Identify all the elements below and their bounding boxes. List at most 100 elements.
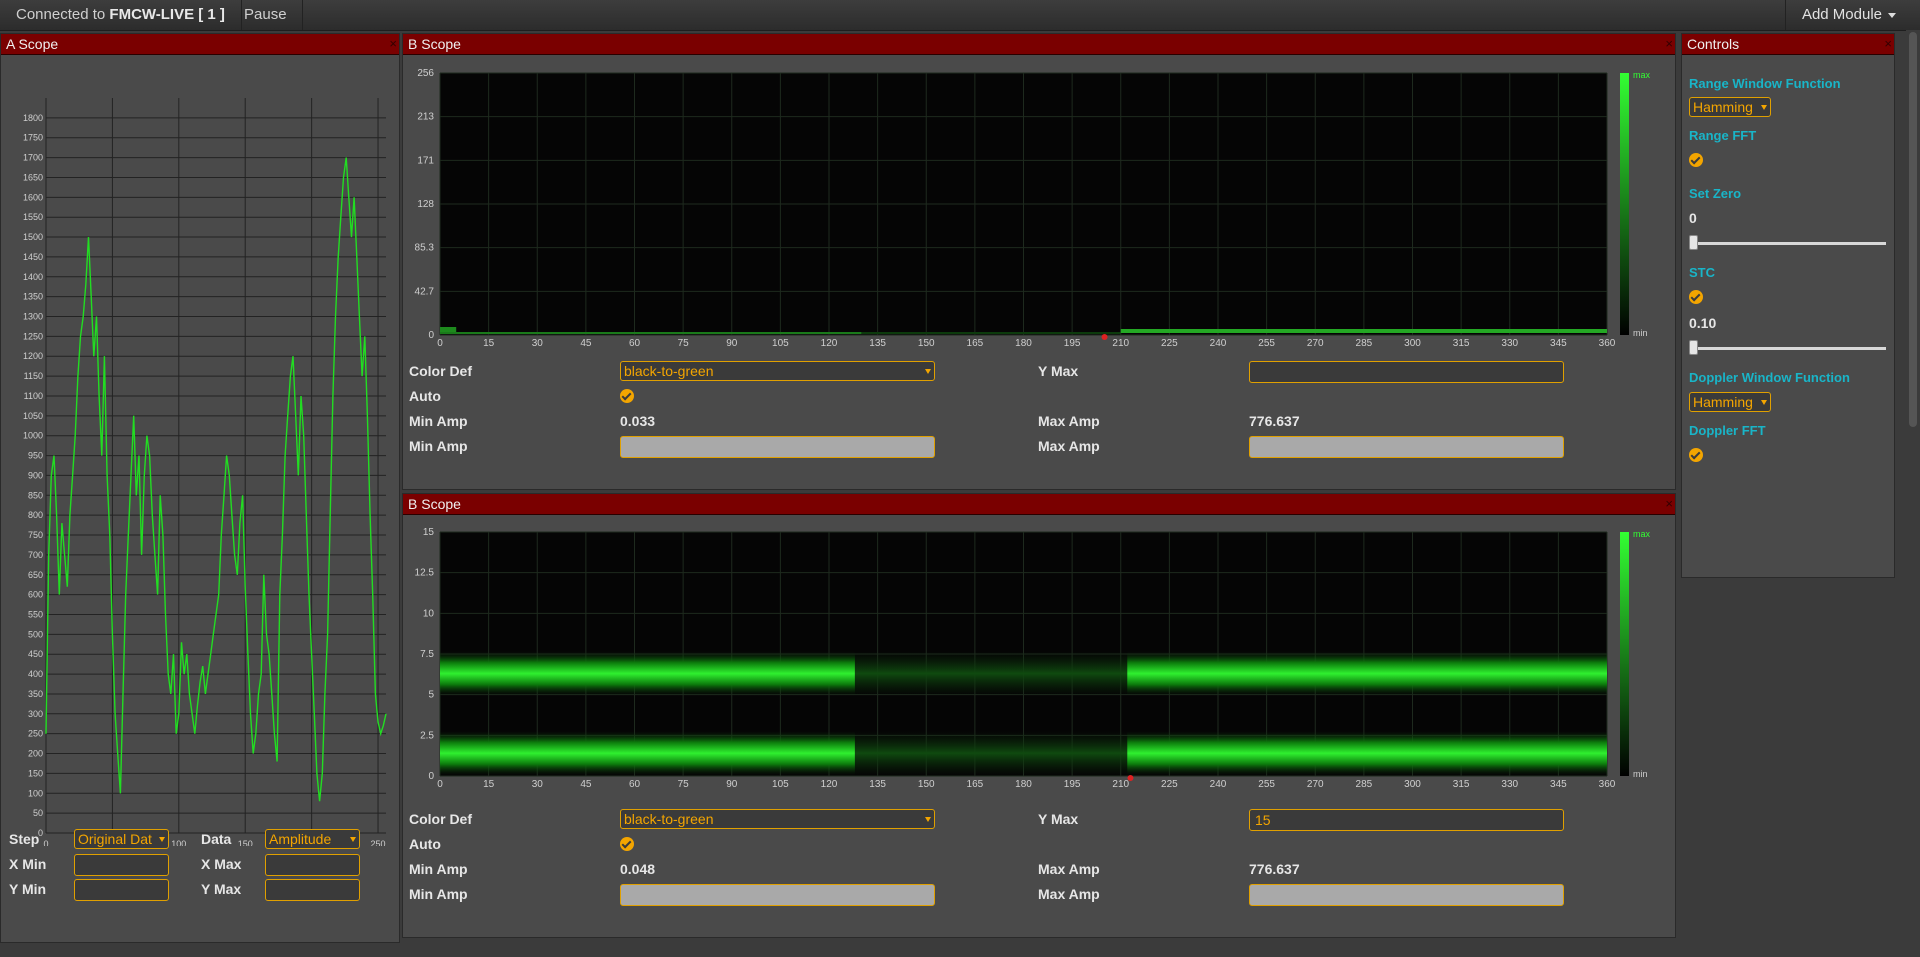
close-icon[interactable]: × [1665, 494, 1673, 514]
scrollbar-thumb[interactable] [1909, 32, 1917, 427]
auto-checkbox[interactable] [620, 837, 634, 851]
doppler-fft-checkbox[interactable] [1689, 448, 1703, 462]
min-amp-input[interactable] [620, 884, 935, 906]
a-scope-panel: A Scope × 0 50 100 150 200 250 300 350 400 450 500… [0, 33, 400, 943]
panel-title: A Scope [6, 36, 59, 52]
b-scope-top-panel: B Scope × 0 42.7 85.3 128 171 213 256 0 15 30 45 60… [402, 33, 1676, 490]
y-tick-label: 750 [28, 530, 43, 540]
step-label: Step [9, 831, 40, 847]
x-min-input[interactable] [74, 854, 169, 876]
y-tick-label: 1100 [24, 391, 43, 401]
set-zero-slider-handle[interactable] [1689, 235, 1698, 250]
connection-status: Connected to FMCW-LIVE [ 1 ] [0, 0, 242, 30]
pause-button[interactable]: Pause [229, 0, 303, 30]
set-zero-slider-track[interactable] [1689, 242, 1886, 245]
color-def-select[interactable]: black-to-green [620, 809, 935, 829]
y-tick-label: 900 [28, 470, 43, 480]
close-icon[interactable]: × [1884, 34, 1892, 54]
x-tick-label: 225 [1161, 779, 1178, 790]
range-window-select[interactable]: Hamming [1689, 97, 1771, 117]
x-tick-label: 330 [1501, 338, 1518, 349]
y-tick-label: 850 [28, 490, 43, 500]
y-tick-label: 1000 [23, 431, 43, 441]
max-amp-input[interactable] [1249, 436, 1564, 458]
x-max-input[interactable] [265, 854, 360, 876]
x-tick-label: 150 [238, 839, 253, 846]
y-tick-label: 1550 [23, 212, 43, 222]
y-tick-label: 650 [28, 570, 43, 580]
a-scope-header[interactable]: A Scope × [1, 34, 399, 55]
x-tick-label: 240 [1210, 338, 1227, 349]
doppler-fft-label: Doppler FFT [1689, 423, 1766, 438]
y-tick-label: 700 [28, 550, 43, 560]
b-scope-top-header[interactable]: B Scope × [403, 34, 1675, 55]
color-def-label: Color Def [409, 363, 472, 379]
x-tick-label: 0 [437, 779, 443, 790]
auto-label: Auto [409, 836, 441, 852]
panel-title: Controls [1687, 36, 1740, 52]
y-tick-label: 1650 [23, 172, 43, 182]
y-min-input[interactable] [74, 879, 169, 901]
y-tick-label: 15 [423, 527, 435, 538]
y-tick-label: 300 [28, 709, 43, 719]
step-select[interactable]: Original Dat [74, 829, 169, 849]
colorbar [1620, 73, 1629, 335]
y-tick-label: 400 [28, 669, 43, 679]
dropdown-arrow-icon [1761, 400, 1767, 405]
colorbar-max-label: max [1633, 529, 1651, 539]
dropdown-arrow-icon [159, 837, 165, 842]
y-tick-label: 1300 [23, 312, 43, 322]
doppler-band [1127, 651, 1607, 696]
x-tick-label: 180 [1015, 338, 1032, 349]
x-tick-label: 15 [483, 779, 495, 790]
auto-checkbox[interactable] [620, 389, 634, 403]
range-fft-checkbox[interactable] [1689, 153, 1703, 167]
x-tick-label: 270 [1307, 779, 1324, 790]
stc-slider-handle[interactable] [1689, 340, 1698, 355]
x-tick-label: 135 [869, 338, 886, 349]
y-tick-label: 1200 [23, 351, 43, 361]
y-max-input[interactable] [265, 879, 360, 901]
y-max-input[interactable]: 15 [1249, 809, 1564, 831]
max-amp-input[interactable] [1249, 884, 1564, 906]
y-tick-label: 10 [423, 608, 435, 619]
y-tick-label: 0 [428, 330, 434, 341]
stc-slider-track[interactable] [1689, 347, 1886, 350]
close-icon[interactable]: × [1665, 34, 1673, 54]
heat-near-zero [1120, 329, 1607, 333]
doppler-window-select[interactable]: Hamming [1689, 392, 1771, 412]
y-max-input[interactable] [1249, 361, 1564, 383]
stc-checkbox[interactable] [1689, 290, 1703, 304]
b-scope-bottom-header[interactable]: B Scope × [403, 494, 1675, 515]
b-scope-bottom-panel: B Scope × 0 2.5 5 7.5 10 12.5 15 0 15 30 45 60 75 90 1… [402, 493, 1676, 938]
page-scrollbar[interactable] [1906, 30, 1920, 957]
x-tick-label: 360 [1599, 779, 1616, 790]
doppler-window-label: Doppler Window Function [1689, 370, 1850, 385]
color-def-select[interactable]: black-to-green [620, 361, 935, 381]
y-tick-label: 150 [28, 768, 43, 778]
min-amp-input[interactable] [620, 436, 935, 458]
x-tick-label: 250 [371, 839, 386, 846]
x-tick-label: 195 [1064, 338, 1081, 349]
y-tick-label: 128 [417, 199, 434, 210]
set-zero-value: 0 [1689, 210, 1697, 226]
data-select[interactable]: Amplitude [265, 829, 360, 849]
close-icon[interactable]: × [389, 34, 397, 54]
x-tick-label: 165 [967, 338, 984, 349]
colorbar-min-label: min [1633, 769, 1648, 779]
set-zero-label: Set Zero [1689, 186, 1742, 201]
y-max-label: Y Max [201, 881, 242, 897]
x-tick-label: 210 [1112, 338, 1129, 349]
y-tick-label: 1250 [23, 331, 43, 341]
y-max-label: Y Max [1038, 811, 1079, 827]
dropdown-arrow-icon [925, 817, 931, 822]
doppler-band-dim [854, 651, 1128, 696]
y-tick-label: 50 [33, 808, 43, 818]
position-marker [1101, 334, 1108, 340]
y-tick-label: 213 [417, 112, 434, 123]
min-amp-value: 0.048 [620, 861, 656, 877]
add-module-dropdown[interactable]: Add Module [1784, 0, 1910, 30]
panel-title: B Scope [408, 496, 461, 512]
x-tick-label: 285 [1356, 779, 1373, 790]
controls-header[interactable]: Controls × [1682, 34, 1894, 55]
